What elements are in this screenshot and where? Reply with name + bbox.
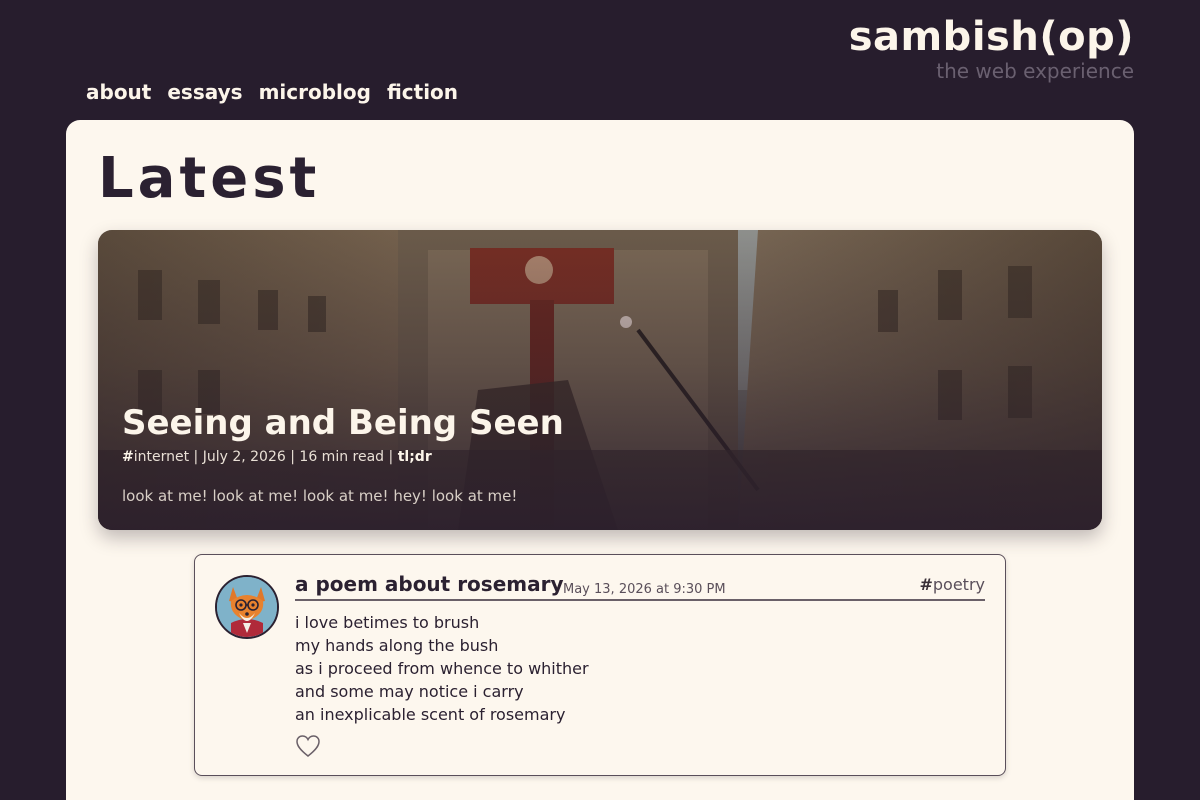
poem-line: as i proceed from whence to whither (295, 659, 589, 678)
featured-post-excerpt: look at me! look at me! look at me! hey!… (122, 487, 518, 505)
featured-post-tldr-link[interactable]: tl;dr (398, 449, 432, 465)
post-body: i love betimes to brush my hands along t… (295, 611, 589, 726)
nav-about[interactable]: about (86, 78, 151, 106)
site-tagline: the web experience (936, 59, 1134, 83)
tag-hash: # (919, 575, 933, 594)
featured-post-date: July 2, 2026 (202, 449, 286, 465)
featured-post-read-time: 16 min read (299, 449, 385, 465)
poem-line: and some may notice i carry (295, 682, 524, 701)
like-button[interactable] (295, 733, 321, 759)
post-date[interactable]: May 13, 2026 at 9:30 PM (563, 581, 726, 599)
featured-post-title[interactable]: Seeing and Being Seen (122, 402, 564, 444)
featured-post-card[interactable]: Seeing and Being Seen #internet | July 2… (98, 230, 1102, 530)
avatar[interactable] (215, 575, 279, 639)
post-tag[interactable]: #poetry (919, 575, 985, 595)
page-title: Latest (98, 146, 321, 211)
heart-outline-icon (296, 735, 320, 757)
poem-line: my hands along the bush (295, 636, 499, 655)
post-header: a poem about rosemary May 13, 2026 at 9:… (295, 571, 985, 601)
fox-avatar-icon (217, 577, 277, 637)
site-title[interactable]: sambish(op) (849, 14, 1134, 60)
main-nav: about essays microblog fiction (86, 78, 458, 106)
nav-fiction[interactable]: fiction (387, 78, 458, 106)
main-content: Latest Seeing and Being Seen #internet |… (66, 120, 1134, 800)
post-tag-label[interactable]: poetry (933, 575, 985, 594)
microblog-post: a poem about rosemary May 13, 2026 at 9:… (194, 554, 1006, 776)
meta-separator: | (388, 449, 394, 465)
post-title[interactable]: a poem about rosemary (295, 571, 564, 597)
tag-hash: # (122, 449, 134, 465)
meta-separator: | (193, 449, 199, 465)
featured-post-meta: #internet | July 2, 2026 | 16 min read |… (122, 448, 432, 466)
nav-microblog[interactable]: microblog (259, 78, 371, 106)
poem-line: i love betimes to brush (295, 613, 480, 632)
nav-essays[interactable]: essays (167, 78, 242, 106)
featured-post-tag[interactable]: internet (134, 449, 189, 465)
poem-line: an inexplicable scent of rosemary (295, 705, 566, 724)
meta-separator: | (290, 449, 295, 465)
